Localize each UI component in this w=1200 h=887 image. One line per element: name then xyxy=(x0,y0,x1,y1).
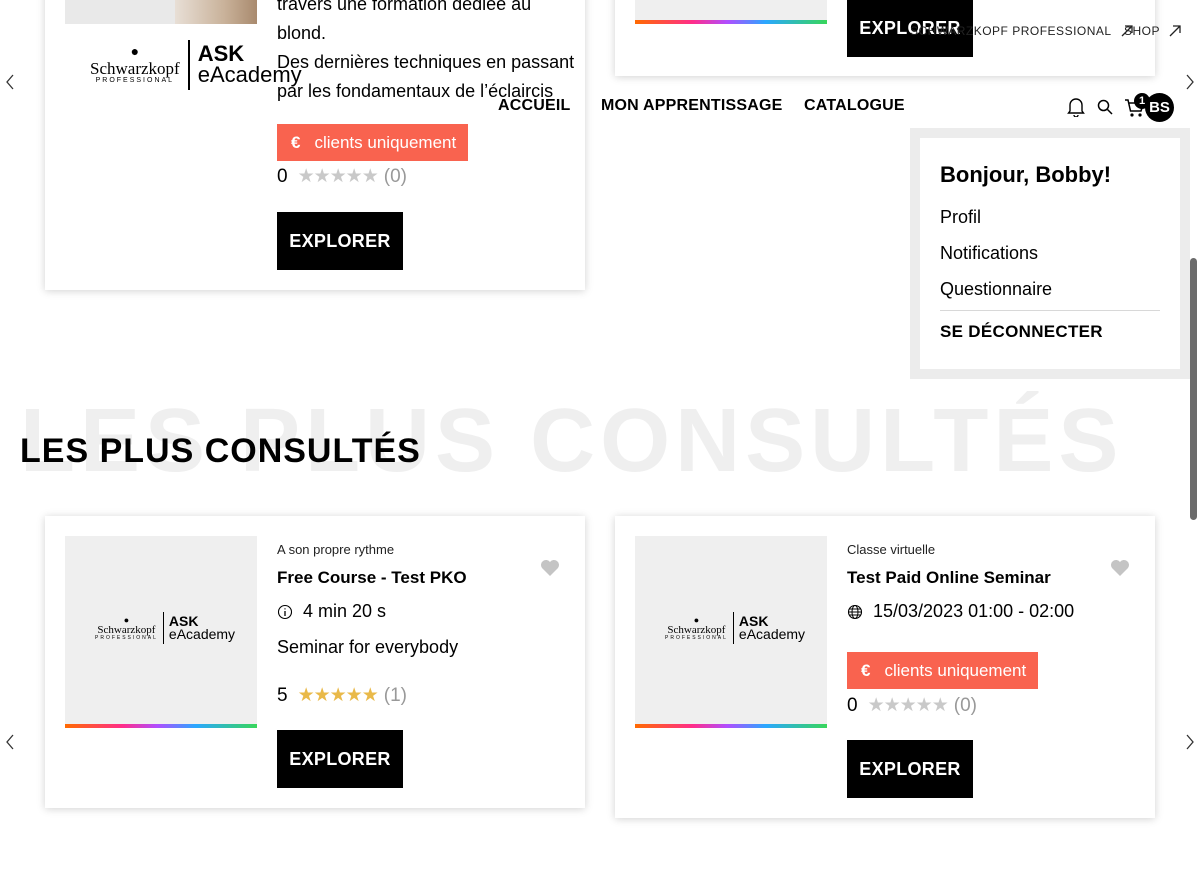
heart-icon[interactable] xyxy=(1110,559,1130,577)
nav-home[interactable]: ACCUEIL xyxy=(498,97,571,115)
course-card: ● Schwarzkopf PROFESSIONAL ASK eAcademy … xyxy=(45,516,585,808)
course-card: ● Schwarzkopf PROFESSIONAL ASK eAcademy … xyxy=(45,0,585,290)
clients-only-badge: € clients uniquement xyxy=(277,124,469,161)
nav-catalog[interactable]: CATALOGUE xyxy=(804,97,905,115)
euro-icon: € xyxy=(291,132,301,152)
user-menu-panel: Bonjour, Bobby! Profil Notifications Que… xyxy=(920,138,1180,369)
course-title[interactable]: Free Course - Test PKO xyxy=(277,568,467,588)
thumbnail-photo xyxy=(175,0,257,24)
bell-icon[interactable] xyxy=(1067,97,1085,117)
shop-link[interactable]: SHOP xyxy=(1124,24,1182,38)
explore-button[interactable]: EXPLORER xyxy=(847,740,973,798)
chevron-left-icon[interactable] xyxy=(5,734,15,750)
course-rating: 0 ★★★★★ (0) xyxy=(277,165,407,188)
scrollbar-thumb[interactable] xyxy=(1190,258,1197,520)
course-card: EXPLORER xyxy=(615,0,1155,76)
chevron-right-icon[interactable] xyxy=(1185,734,1195,750)
course-type: A son propre rythme xyxy=(277,542,395,557)
explore-button[interactable]: EXPLORER xyxy=(277,212,403,270)
academy-logo: ● Schwarzkopf PROFESSIONAL ASK eAcademy xyxy=(665,612,806,644)
info-icon xyxy=(277,604,293,619)
clients-only-badge: € clients uniquement xyxy=(847,652,1039,689)
menu-item-profile[interactable]: Profil xyxy=(940,207,981,228)
rainbow-stripe xyxy=(635,20,827,24)
academy-logo: ● Schwarzkopf PROFESSIONAL ASK eAcademy xyxy=(90,40,302,90)
rainbow-stripe xyxy=(635,724,827,728)
course-thumbnail[interactable] xyxy=(635,0,827,24)
globe-icon xyxy=(847,604,863,619)
course-thumbnail[interactable]: ● Schwarzkopf PROFESSIONAL ASK eAcademy xyxy=(65,536,257,728)
course-rating: 5 ★★★★★ (1) xyxy=(277,684,407,707)
menu-divider xyxy=(940,310,1160,311)
course-card: ● Schwarzkopf PROFESSIONAL ASK eAcademy … xyxy=(615,516,1155,818)
rating-stars: ★★★★★ xyxy=(297,166,379,187)
user-menu: Bonjour, Bobby! Profil Notifications Que… xyxy=(910,128,1190,379)
course-thumbnail[interactable] xyxy=(65,0,257,24)
course-description: travers une formation dédiée au blond. D… xyxy=(277,0,575,101)
rating-stars: ★★★★★ xyxy=(867,695,949,716)
course-date: 15/03/2023 01:00 - 02:00 xyxy=(847,601,1074,622)
avatar[interactable]: BS xyxy=(1145,93,1174,122)
logout-button[interactable]: SE DÉCONNECTER xyxy=(940,322,1103,342)
rating-stars: ★★★★★ xyxy=(297,685,379,706)
academy-logo: ● Schwarzkopf PROFESSIONAL ASK eAcademy xyxy=(95,612,236,644)
user-greeting: Bonjour, Bobby! xyxy=(940,162,1112,187)
section-title: LES PLUS CONSULTÉS xyxy=(20,432,421,470)
logo-head-icon: ● xyxy=(130,45,140,60)
external-link-icon xyxy=(1169,25,1181,37)
menu-item-notifications[interactable]: Notifications xyxy=(940,243,1038,264)
brand-link[interactable]: SCHWARZKOPF PROFESSIONAL xyxy=(910,24,1134,38)
course-type: Classe virtuelle xyxy=(847,542,936,557)
euro-icon: € xyxy=(861,660,871,680)
chevron-right-icon[interactable] xyxy=(1185,74,1195,90)
course-thumbnail[interactable]: ● Schwarzkopf PROFESSIONAL ASK eAcademy xyxy=(635,536,827,728)
heart-icon[interactable] xyxy=(540,559,560,577)
nav-my-learning[interactable]: MON APPRENTISSAGE xyxy=(601,97,783,115)
course-description: Seminar for everybody xyxy=(277,637,459,657)
chevron-left-icon[interactable] xyxy=(5,74,15,90)
rainbow-stripe xyxy=(65,724,257,728)
course-rating: 0 ★★★★★ (0) xyxy=(847,694,977,717)
menu-item-questionnaire[interactable]: Questionnaire xyxy=(940,279,1052,300)
course-title[interactable]: Test Paid Online Seminar xyxy=(847,568,1051,588)
search-icon[interactable] xyxy=(1097,99,1113,115)
explore-button[interactable]: EXPLORER xyxy=(277,730,403,788)
course-duration: 4 min 20 s xyxy=(277,601,386,622)
